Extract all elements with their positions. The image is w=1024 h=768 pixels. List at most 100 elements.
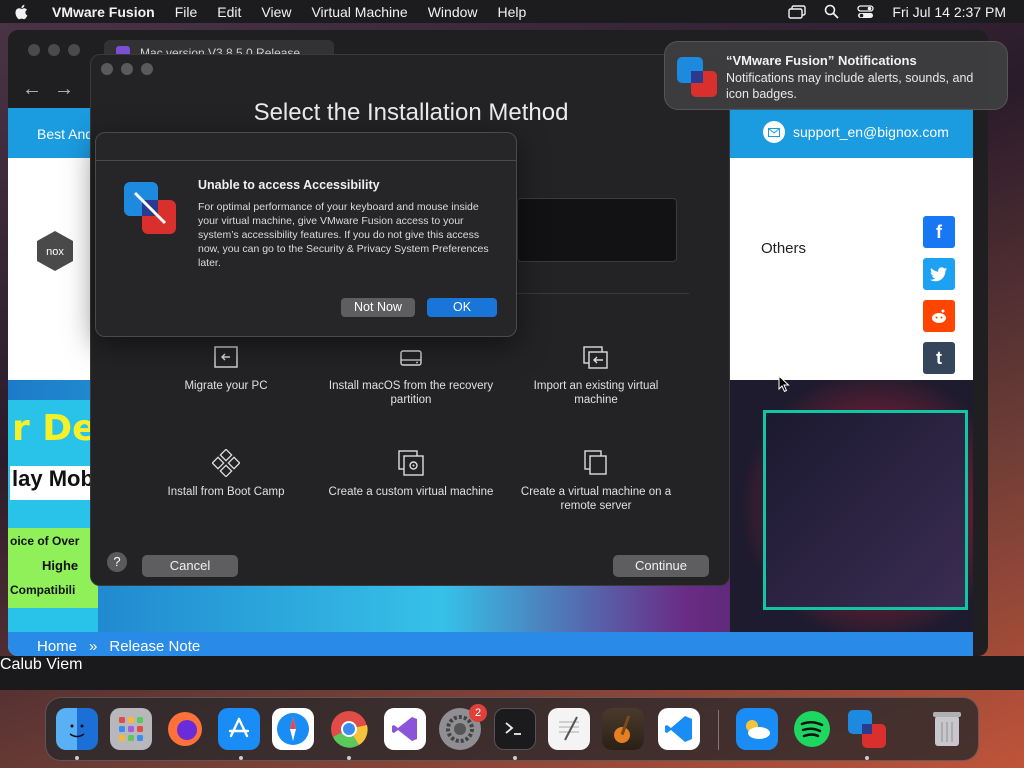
menu-view[interactable]: View [261, 4, 291, 20]
notification-title: “VMware Fusion” Notifications [726, 53, 917, 68]
menu-edit[interactable]: Edit [217, 4, 241, 20]
support-email-link[interactable]: support_en@bignox.com [763, 121, 949, 143]
ok-button[interactable]: OK [427, 298, 497, 317]
not-now-button[interactable]: Not Now [341, 298, 415, 317]
garageband-icon[interactable] [602, 708, 644, 750]
custom-vm-icon [398, 450, 424, 476]
option-install-macos-label: Install macOS from the recovery partitio… [328, 380, 494, 406]
minimize-window-button[interactable] [48, 44, 60, 56]
visual-studio-icon[interactable] [384, 708, 426, 750]
breadcrumb-separator: » [89, 638, 98, 655]
textedit-icon[interactable] [548, 708, 590, 750]
back-arrow-icon[interactable]: ← [22, 78, 42, 101]
vm-minimize-button[interactable] [121, 63, 133, 75]
background-window-label: Calub Viem [0, 656, 83, 673]
reddit-icon[interactable] [923, 300, 955, 332]
option-install-macos-recovery[interactable]: Install macOS from the recovery partitio… [326, 345, 496, 407]
close-window-button[interactable] [28, 44, 40, 56]
nox-logo-icon[interactable]: nox [36, 230, 74, 272]
vscode-icon[interactable] [658, 708, 700, 750]
app-store-icon[interactable] [218, 708, 260, 750]
option-import-vm-label: Import an existing virtual machine [533, 380, 659, 406]
safari-icon[interactable] [272, 708, 314, 750]
twitter-icon[interactable] [923, 258, 955, 290]
dock: 2 [45, 697, 979, 761]
svg-text:nox: nox [46, 246, 64, 258]
banner-subheadline: lay Mob [10, 466, 98, 500]
settings-badge: 2 [469, 704, 487, 722]
forward-arrow-icon[interactable]: → [54, 78, 74, 101]
banner-game-screenshot [763, 410, 968, 610]
installation-method-title: Select the Installation Method [253, 99, 569, 126]
cancel-button[interactable]: Cancel [142, 555, 238, 577]
option-import-existing-vm[interactable]: Import an existing virtual machine [511, 345, 681, 407]
menu-virtual-machine[interactable]: Virtual Machine [311, 4, 407, 20]
breadcrumb: Home » Release Note [37, 638, 200, 655]
notification-banner[interactable]: “VMware Fusion” Notifications Notificati… [664, 41, 1008, 110]
import-vm-icon [583, 346, 608, 369]
finder-running-indicator [75, 756, 79, 760]
menubar-clock[interactable]: Fri Jul 14 2:37 PM [892, 4, 1006, 20]
option-install-bootcamp[interactable]: Install from Boot Camp [141, 449, 311, 499]
firefox-icon[interactable] [164, 708, 206, 750]
system-preferences-icon[interactable]: 2 [439, 704, 487, 750]
screen-mirroring-icon[interactable] [788, 4, 807, 19]
vmware-fusion-dock-icon[interactable] [846, 708, 888, 750]
bootcamp-icon [212, 449, 240, 477]
spotify-icon[interactable] [791, 708, 833, 750]
alert-body: For optimal performance of your keyboard… [198, 201, 489, 269]
install-image-dropzone[interactable] [517, 198, 677, 262]
spotlight-search-icon[interactable] [824, 4, 840, 19]
mouse-cursor-icon [778, 375, 790, 393]
chrome-icon[interactable] [328, 708, 370, 750]
option-create-custom-vm[interactable]: Create a custom virtual machine [326, 449, 496, 499]
support-email: support_en@bignox.com [793, 124, 949, 140]
menu-bar: VMware Fusion File Edit View Virtual Mac… [0, 0, 1024, 23]
option-remote-server-vm[interactable]: Create a virtual machine on a remote ser… [511, 449, 681, 513]
banner-feature-1: oice of Over [10, 534, 80, 548]
banner-feature-strip: oice of Over Highe Compatibili [8, 528, 98, 608]
vm-close-button[interactable] [101, 63, 113, 75]
terminal-icon[interactable] [494, 708, 536, 750]
control-center-icon[interactable] [857, 4, 875, 19]
mail-icon [763, 121, 785, 143]
facebook-icon[interactable]: f [923, 216, 955, 248]
notification-vmware-icon [677, 57, 717, 97]
breadcrumb-bar: Home » Release Note [8, 632, 973, 656]
help-button[interactable]: ? [107, 552, 127, 572]
notification-message: Notifications may include alerts, sounds… [726, 71, 974, 101]
finder-icon[interactable] [56, 708, 98, 750]
chrome-running-indicator [347, 756, 351, 760]
nav-item-others[interactable]: Others [761, 240, 806, 257]
accessibility-alert-dialog: Unable to access Accessibility For optim… [95, 132, 517, 337]
trash-icon[interactable] [926, 708, 968, 750]
disk-icon [400, 350, 422, 366]
vm-traffic-lights [101, 63, 153, 75]
banner-feature-2: Highe [42, 558, 79, 573]
browser-traffic-lights [28, 44, 80, 56]
zoom-window-button[interactable] [68, 44, 80, 56]
terminal-running-indicator [513, 756, 517, 760]
option-bootcamp-label: Install from Boot Camp [167, 486, 285, 498]
menu-window[interactable]: Window [428, 4, 478, 20]
apple-menu-icon[interactable] [14, 4, 38, 20]
appstore-running-indicator [239, 756, 243, 760]
option-remote-server-label: Create a virtual machine on a remote ser… [520, 486, 672, 512]
continue-button[interactable]: Continue [613, 555, 709, 577]
migrate-pc-icon [214, 346, 238, 368]
menu-file[interactable]: File [175, 4, 198, 20]
topbar-tagline: Best And [37, 126, 94, 142]
menu-help[interactable]: Help [498, 4, 527, 20]
background-window-strip [0, 656, 1024, 690]
menu-app-name[interactable]: VMware Fusion [52, 4, 155, 20]
tumblr-icon[interactable]: t [923, 342, 955, 374]
option-custom-vm-label: Create a custom virtual machine [328, 486, 494, 498]
launchpad-icon[interactable] [110, 708, 152, 750]
vm-zoom-button[interactable] [141, 63, 153, 75]
vmware-running-indicator [865, 756, 869, 760]
option-migrate-pc[interactable]: Migrate your PC [141, 345, 311, 393]
vmware-fusion-icon [124, 182, 176, 234]
dock-separator [718, 710, 719, 750]
weather-icon[interactable] [736, 708, 778, 750]
breadcrumb-home[interactable]: Home [37, 638, 77, 655]
